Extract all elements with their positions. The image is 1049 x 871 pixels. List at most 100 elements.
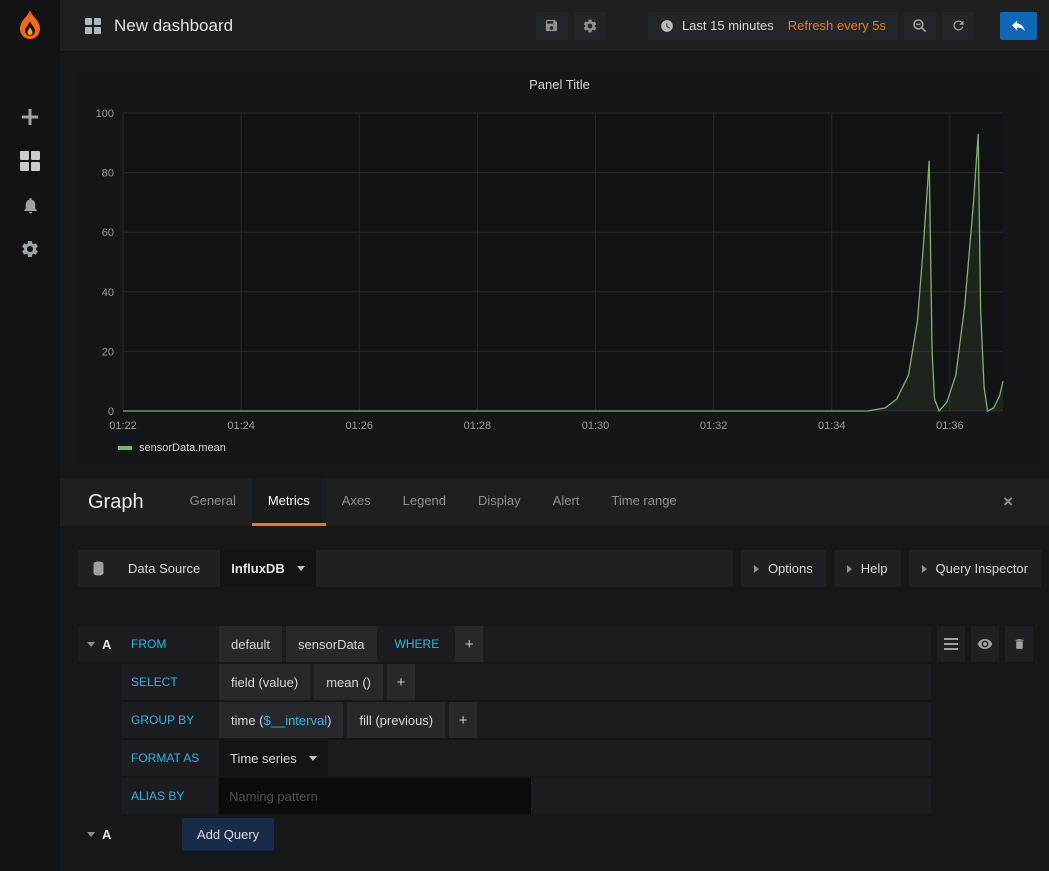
svg-text:01:32: 01:32 bbox=[700, 420, 728, 432]
query-menu-button[interactable] bbox=[937, 626, 965, 662]
chart-legend: sensorData.mean bbox=[78, 436, 1041, 460]
add-groupby-part-button[interactable]: + bbox=[449, 702, 477, 738]
tab-legend[interactable]: Legend bbox=[387, 478, 462, 526]
save-icon bbox=[544, 18, 559, 33]
gear-icon bbox=[20, 239, 40, 259]
query-collapse-toggle[interactable]: A bbox=[78, 626, 122, 662]
options-button[interactable]: Options bbox=[741, 550, 826, 587]
svg-text:60: 60 bbox=[102, 227, 114, 239]
tab-alert[interactable]: Alert bbox=[537, 478, 596, 526]
legend-label[interactable]: sensorData.mean bbox=[139, 442, 226, 454]
grafana-flame-icon bbox=[15, 9, 45, 43]
groupby-time-chip[interactable]: time ($__interval) bbox=[219, 702, 343, 738]
add-where-condition-button[interactable]: + bbox=[455, 626, 483, 662]
sidebar-item-alerting[interactable] bbox=[17, 192, 43, 218]
chevron-right-icon bbox=[847, 565, 852, 573]
main-content: Panel Title 02040608010001:2201:2401:260… bbox=[60, 52, 1049, 871]
sidebar-item-dashboards[interactable] bbox=[17, 148, 43, 174]
datasource-label: Data Source bbox=[128, 561, 200, 576]
select-mean-chip[interactable]: mean () bbox=[314, 664, 383, 700]
datasource-select[interactable]: InfluxDB bbox=[220, 550, 315, 587]
groupby-label: GROUP BY bbox=[122, 702, 219, 738]
clock-icon bbox=[660, 19, 674, 33]
datasource-row: Data Source InfluxDB bbox=[78, 550, 733, 587]
svg-text:80: 80 bbox=[102, 168, 114, 180]
sidebar-item-settings[interactable] bbox=[17, 236, 43, 262]
database-icon bbox=[91, 560, 106, 577]
dashboard-title[interactable]: New dashboard bbox=[114, 16, 233, 36]
query-a: A FROM default sensorData WHERE + bbox=[78, 626, 1041, 662]
query-ref-id: A bbox=[102, 637, 111, 652]
toggle-query-visibility-button[interactable] bbox=[971, 626, 999, 662]
time-picker-button[interactable]: Last 15 minutes Refresh every 5s bbox=[648, 12, 898, 40]
collapsed-query-toggle[interactable]: A bbox=[78, 827, 122, 842]
measurement-chip[interactable]: sensorData bbox=[286, 626, 376, 662]
query-inspector-button[interactable]: Query Inspector bbox=[909, 550, 1042, 587]
sidebar bbox=[0, 0, 60, 871]
alias-by-label: ALIAS BY bbox=[122, 778, 219, 814]
trash-icon bbox=[1013, 637, 1026, 651]
caret-down-icon bbox=[87, 832, 95, 837]
delete-query-button[interactable] bbox=[1005, 626, 1033, 662]
select-label: SELECT bbox=[122, 664, 219, 700]
grafana-logo[interactable] bbox=[0, 0, 60, 52]
svg-text:01:36: 01:36 bbox=[936, 420, 964, 432]
query-row-alias: ALIAS BY bbox=[122, 778, 931, 814]
plus-icon bbox=[21, 108, 39, 126]
eye-icon bbox=[977, 636, 993, 652]
panel-title[interactable]: Panel Title bbox=[78, 70, 1041, 98]
tab-general[interactable]: General bbox=[174, 478, 252, 526]
svg-text:20: 20 bbox=[102, 346, 114, 358]
format-as-select[interactable]: Time series bbox=[219, 740, 328, 776]
legend-swatch bbox=[118, 446, 132, 450]
sidebar-item-add[interactable] bbox=[17, 104, 43, 130]
alias-input[interactable] bbox=[219, 778, 531, 814]
groupby-fill-chip[interactable]: fill (previous) bbox=[347, 702, 445, 738]
select-field-chip[interactable]: field (value) bbox=[219, 664, 310, 700]
refresh-button[interactable] bbox=[942, 12, 974, 40]
query-row-from: A FROM default sensorData WHERE + bbox=[78, 626, 931, 662]
add-query-button[interactable]: Add Query bbox=[182, 818, 274, 851]
tab-time-range[interactable]: Time range bbox=[595, 478, 692, 526]
help-button[interactable]: Help bbox=[834, 550, 901, 587]
from-label: FROM bbox=[122, 626, 219, 662]
top-navbar: New dashboard Last 15 minutes Refresh ev… bbox=[60, 0, 1049, 52]
panel-settings-button[interactable] bbox=[574, 12, 606, 40]
tab-display[interactable]: Display bbox=[462, 478, 537, 526]
svg-text:01:26: 01:26 bbox=[345, 420, 373, 432]
zoom-out-button[interactable] bbox=[904, 12, 936, 40]
add-select-part-button[interactable]: + bbox=[387, 664, 415, 700]
where-label[interactable]: WHERE bbox=[381, 626, 454, 662]
time-range-label: Last 15 minutes bbox=[682, 18, 774, 33]
help-label: Help bbox=[861, 561, 888, 576]
format-as-label: FORMAT AS bbox=[122, 740, 219, 776]
query-footer: A Add Query bbox=[78, 816, 1041, 852]
time-suffix: ) bbox=[327, 713, 331, 728]
zoom-out-icon bbox=[912, 18, 928, 34]
format-as-value: Time series bbox=[230, 751, 297, 766]
tab-axes[interactable]: Axes bbox=[326, 478, 387, 526]
back-to-dashboard-button[interactable] bbox=[1000, 12, 1037, 40]
navbar-actions: Last 15 minutes Refresh every 5s bbox=[530, 12, 1049, 40]
svg-text:01:28: 01:28 bbox=[464, 420, 492, 432]
caret-down-icon bbox=[87, 642, 95, 647]
svg-text:0: 0 bbox=[108, 406, 114, 418]
refresh-interval-label[interactable]: Refresh every 5s bbox=[788, 18, 886, 33]
dashboard-icon bbox=[84, 17, 102, 35]
datasource-value: InfluxDB bbox=[231, 561, 284, 576]
graph-panel: Panel Title 02040608010001:2201:2401:260… bbox=[78, 70, 1041, 465]
query-row-format: FORMAT AS Time series bbox=[122, 740, 931, 776]
close-editor-button[interactable]: × bbox=[1003, 492, 1013, 512]
tab-metrics[interactable]: Metrics bbox=[252, 478, 326, 526]
query-row-select: SELECT field (value) mean () + bbox=[122, 664, 931, 700]
save-button[interactable] bbox=[536, 12, 568, 40]
svg-text:100: 100 bbox=[96, 108, 114, 120]
chevron-right-icon bbox=[754, 565, 759, 573]
interval-variable: $__interval bbox=[264, 713, 328, 728]
svg-text:40: 40 bbox=[102, 287, 114, 299]
dashboard-grid-icon bbox=[19, 150, 41, 172]
time-series-chart[interactable]: 02040608010001:2201:2401:2601:2801:3001:… bbox=[78, 98, 1041, 436]
retention-policy-chip[interactable]: default bbox=[219, 626, 282, 662]
gear-icon bbox=[582, 18, 598, 34]
svg-text:01:30: 01:30 bbox=[582, 420, 610, 432]
